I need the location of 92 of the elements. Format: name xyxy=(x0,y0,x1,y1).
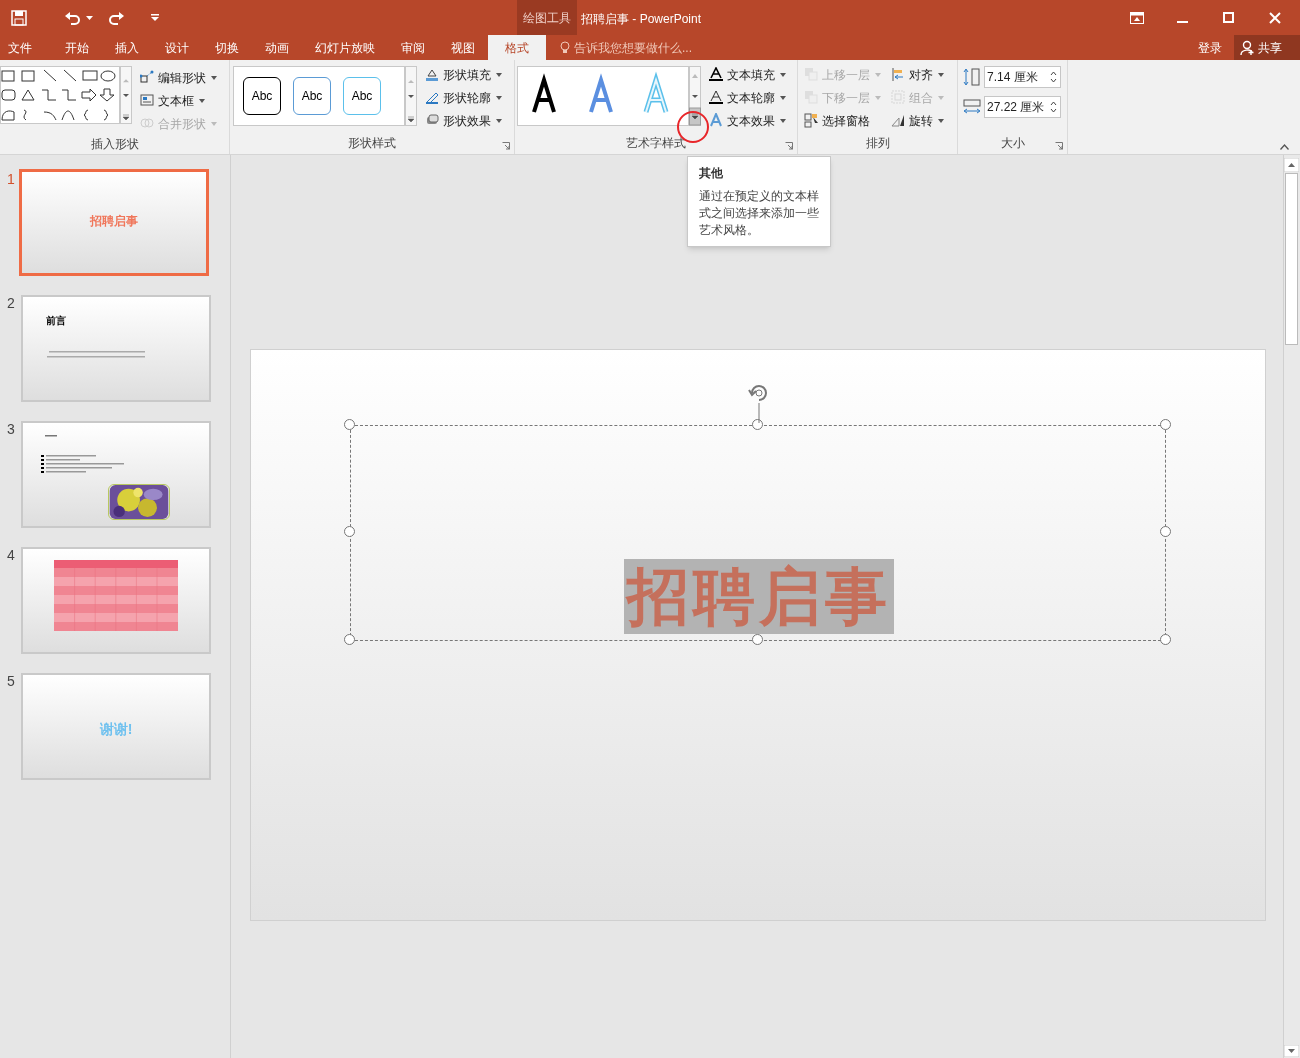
shape-style-option[interactable]: Abc xyxy=(243,77,281,115)
share-button[interactable]: 共享 xyxy=(1234,35,1300,60)
slide-number: 5 xyxy=(6,673,16,689)
slide-number: 3 xyxy=(6,421,16,437)
undo-icon[interactable] xyxy=(64,9,82,26)
ribbon-button[interactable]: 文本填充 xyxy=(707,63,788,86)
size-field[interactable]: 27.22 厘米 xyxy=(984,96,1061,118)
resize-handle[interactable] xyxy=(344,419,355,430)
resize-handle[interactable] xyxy=(344,526,355,537)
redo-icon[interactable] xyxy=(107,9,125,26)
ribbon-button[interactable]: 编辑形状 xyxy=(138,66,219,89)
minimize-icon[interactable] xyxy=(1177,20,1188,23)
slide-thumbnail[interactable]: 前言 xyxy=(21,295,211,402)
ribbon-button[interactable]: 形状轮廓 xyxy=(423,86,504,109)
close-icon[interactable] xyxy=(1269,11,1281,24)
slide-number: 2 xyxy=(6,295,16,311)
tooltip-title: 其他 xyxy=(699,165,724,182)
text-outline-icon xyxy=(709,90,724,105)
edit-points-icon xyxy=(140,70,155,85)
resize-handle[interactable] xyxy=(1160,634,1171,645)
window-title: 招聘启事 - PowerPoint xyxy=(581,11,702,28)
slide-thumbnail[interactable] xyxy=(21,547,211,654)
gallery-scroll-icon[interactable] xyxy=(405,66,417,126)
merge-shapes-icon xyxy=(140,116,155,131)
ribbon-tab[interactable]: 格式 xyxy=(488,35,546,60)
resize-handle[interactable] xyxy=(752,419,763,430)
align-icon xyxy=(891,67,906,82)
resize-handle[interactable] xyxy=(1160,526,1171,537)
resize-handle[interactable] xyxy=(752,634,763,645)
text-effect-icon xyxy=(709,113,724,128)
ribbon-tab[interactable]: 设计 xyxy=(152,35,202,60)
caret-icon[interactable] xyxy=(86,15,93,20)
group-label: 排列 xyxy=(864,135,891,152)
tell-me-field[interactable]: 告诉我您想要做什么... xyxy=(560,35,692,60)
dialog-launcher-icon[interactable] xyxy=(502,142,510,150)
size-field[interactable]: 7.14 厘米 xyxy=(984,66,1061,88)
slide-thumbnail[interactable] xyxy=(21,421,211,528)
slide-number: 1 xyxy=(6,171,16,187)
ribbon-tab[interactable]: 开始 xyxy=(52,35,102,60)
gallery-scroll-icon[interactable] xyxy=(120,66,132,124)
slide-title: 招聘启事 xyxy=(624,559,894,634)
ribbon-tab[interactable]: 动画 xyxy=(252,35,302,60)
gallery-more-icon[interactable] xyxy=(689,66,701,126)
resize-handle[interactable] xyxy=(1160,419,1171,430)
ribbon-tab[interactable]: 插入 xyxy=(102,35,152,60)
text-fill-icon xyxy=(709,67,724,82)
slide-number: 4 xyxy=(6,547,16,563)
pencil-icon xyxy=(425,90,440,105)
group-label: 形状样式 xyxy=(347,135,397,152)
height-icon xyxy=(963,68,981,86)
selection-pane-icon xyxy=(804,113,819,128)
sign-in-link[interactable]: 登录 xyxy=(1198,38,1222,57)
ribbon-button[interactable]: 对齐 xyxy=(889,63,946,86)
context-tab-label: 绘图工具 xyxy=(517,0,577,35)
shape-style-option[interactable]: Abc xyxy=(293,77,331,115)
group-label: 大小 xyxy=(999,135,1026,152)
ribbon-button[interactable]: 文本效果 xyxy=(707,109,788,132)
ribbon-button[interactable]: 旋转 xyxy=(889,109,946,132)
scrollbar[interactable] xyxy=(1283,155,1300,1058)
slide-title: 前言 xyxy=(46,314,66,328)
ribbon-button[interactable]: 文本轮廓 xyxy=(707,86,788,109)
text-box-icon xyxy=(140,93,155,108)
scroll-down-icon[interactable] xyxy=(1284,1045,1299,1057)
customize-icon[interactable] xyxy=(151,14,159,21)
ribbon-button[interactable]: 文本框 xyxy=(138,89,219,112)
ribbon-tab[interactable]: 幻灯片放映 xyxy=(302,35,388,60)
width-icon xyxy=(963,98,981,116)
slide-title: 谢谢! xyxy=(98,720,134,739)
ribbon-tab[interactable]: 切换 xyxy=(202,35,252,60)
slide-title: 招聘启事 xyxy=(89,213,139,230)
group-label: 插入形状 xyxy=(89,136,140,153)
collapse-ribbon-icon[interactable] xyxy=(1280,144,1289,150)
ribbon-tab[interactable]: 文件 xyxy=(0,35,52,60)
ribbon-button[interactable]: 选择窗格 xyxy=(802,109,883,132)
ribbon-tab[interactable]: 视图 xyxy=(438,35,488,60)
scroll-up-icon[interactable] xyxy=(1284,158,1299,172)
person-icon xyxy=(1240,40,1255,55)
tooltip-text: 通过在预定义的文本样式之间选择来添加一些艺术风格。 xyxy=(699,188,819,239)
shape-style-option[interactable]: Abc xyxy=(343,77,381,115)
maximize-icon[interactable] xyxy=(1223,12,1234,23)
lightbulb-icon xyxy=(560,41,570,54)
spinner-icon xyxy=(1050,71,1057,83)
resize-handle[interactable] xyxy=(344,634,355,645)
ribbon-display-icon[interactable] xyxy=(1130,11,1144,24)
ribbon-tab[interactable]: 审阅 xyxy=(388,35,438,60)
spinner-icon xyxy=(1050,101,1057,113)
dialog-launcher-icon[interactable] xyxy=(785,142,793,150)
ribbon-button[interactable]: 形状效果 xyxy=(423,109,504,132)
tell-me-placeholder: 告诉我您想要做什么... xyxy=(574,39,692,57)
save-icon[interactable] xyxy=(11,9,27,26)
ribbon-button[interactable]: 形状填充 xyxy=(423,63,504,86)
dialog-launcher-icon[interactable] xyxy=(1055,142,1063,150)
